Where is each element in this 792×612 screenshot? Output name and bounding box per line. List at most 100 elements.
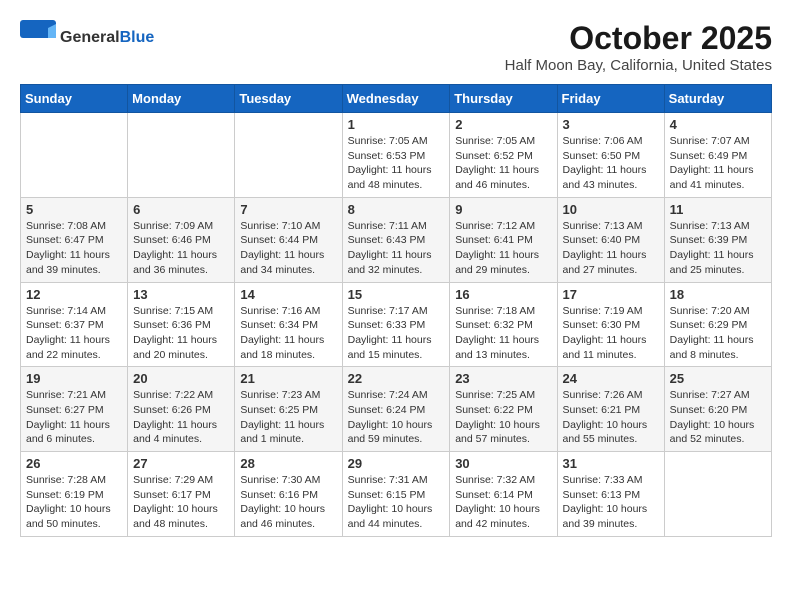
day-info: Sunrise: 7:21 AM Sunset: 6:27 PM Dayligh… <box>26 388 122 447</box>
day-number: 4 <box>670 117 766 132</box>
calendar-cell: 11 Sunrise: 7:13 AM Sunset: 6:39 PM Dayli… <box>664 197 771 282</box>
day-info: Sunrise: 7:09 AM Sunset: 6:46 PM Dayligh… <box>133 219 229 278</box>
calendar-cell: 16Sunrise: 7:18 AM Sunset: 6:32 PM Dayli… <box>450 282 557 367</box>
day-info: Sunrise: 7:05 AM Sunset: 6:53 PM Dayligh… <box>348 134 445 193</box>
calendar-cell <box>128 113 235 198</box>
day-info: Sunrise: 7:10 AM Sunset: 6:44 PM Dayligh… <box>240 219 336 278</box>
day-number: 8 <box>348 202 445 217</box>
day-info: Sunrise: 7:26 AM Sunset: 6:21 PM Dayligh… <box>563 388 659 447</box>
day-info: Sunrise: 7:33 AM Sunset: 6:13 PM Dayligh… <box>563 473 659 532</box>
calendar-cell: 28 Sunrise: 7:30 AM Sunset: 6:16 PM Dayli… <box>235 452 342 537</box>
calendar-week-row: 26 Sunrise: 7:28 AM Sunset: 6:19 PM Dayli… <box>21 452 772 537</box>
day-info: Sunrise: 7:07 AM Sunset: 6:49 PM Dayligh… <box>670 134 766 193</box>
calendar-cell <box>21 113 128 198</box>
calendar-table: SundayMondayTuesdayWednesdayThursdayFrid… <box>20 84 772 537</box>
day-number: 2 <box>455 117 551 132</box>
calendar-cell: 30 Sunrise: 7:32 AM Sunset: 6:14 PM Dayli… <box>450 452 557 537</box>
calendar-cell: 24 Sunrise: 7:26 AM Sunset: 6:21 PM Dayli… <box>557 367 664 452</box>
calendar-cell: 15 Sunrise: 7:17 AM Sunset: 6:33 PM Dayli… <box>342 282 450 367</box>
day-number: 9 <box>455 202 551 217</box>
day-number: 22 <box>348 371 445 386</box>
day-number: 26 <box>26 456 122 471</box>
calendar-cell: 5 Sunrise: 7:08 AM Sunset: 6:47 PM Daylig… <box>21 197 128 282</box>
day-number: 21 <box>240 371 336 386</box>
weekday-header: Friday <box>557 85 664 113</box>
day-number: 11 <box>670 202 766 217</box>
logo-icon <box>20 20 56 56</box>
month-title: October 2025 <box>505 20 772 57</box>
weekday-header: Tuesday <box>235 85 342 113</box>
day-info: Sunrise: 7:13 AM Sunset: 6:39 PM Dayligh… <box>670 219 766 278</box>
weekday-header: Wednesday <box>342 85 450 113</box>
day-number: 7 <box>240 202 336 217</box>
day-number: 25 <box>670 371 766 386</box>
weekday-header: Thursday <box>450 85 557 113</box>
day-info: Sunrise: 7:27 AM Sunset: 6:20 PM Dayligh… <box>670 388 766 447</box>
calendar-cell: 19Sunrise: 7:21 AM Sunset: 6:27 PM Dayli… <box>21 367 128 452</box>
day-number: 5 <box>26 202 122 217</box>
calendar-cell: 31 Sunrise: 7:33 AM Sunset: 6:13 PM Dayli… <box>557 452 664 537</box>
location-title: Half Moon Bay, California, United States <box>505 57 772 74</box>
calendar-cell: 10 Sunrise: 7:13 AM Sunset: 6:40 PM Dayli… <box>557 197 664 282</box>
calendar-week-row: 19Sunrise: 7:21 AM Sunset: 6:27 PM Dayli… <box>21 367 772 452</box>
day-info: Sunrise: 7:28 AM Sunset: 6:19 PM Dayligh… <box>26 473 122 532</box>
day-info: Sunrise: 7:06 AM Sunset: 6:50 PM Dayligh… <box>563 134 659 193</box>
calendar-cell: 20 Sunrise: 7:22 AM Sunset: 6:26 PM Dayli… <box>128 367 235 452</box>
day-number: 18 <box>670 287 766 302</box>
day-info: Sunrise: 7:24 AM Sunset: 6:24 PM Dayligh… <box>348 388 445 447</box>
page-header: GeneralBlue October 2025 Half Moon Bay, … <box>20 20 772 74</box>
day-info: Sunrise: 7:25 AM Sunset: 6:22 PM Dayligh… <box>455 388 551 447</box>
calendar-cell: 14Sunrise: 7:16 AM Sunset: 6:34 PM Dayli… <box>235 282 342 367</box>
calendar-cell: 22 Sunrise: 7:24 AM Sunset: 6:24 PM Dayli… <box>342 367 450 452</box>
calendar-week-row: 5 Sunrise: 7:08 AM Sunset: 6:47 PM Daylig… <box>21 197 772 282</box>
calendar-week-row: 12 Sunrise: 7:14 AM Sunset: 6:37 PM Dayli… <box>21 282 772 367</box>
day-info: Sunrise: 7:17 AM Sunset: 6:33 PM Dayligh… <box>348 304 445 363</box>
calendar-cell: 18 Sunrise: 7:20 AM Sunset: 6:29 PM Dayli… <box>664 282 771 367</box>
calendar-cell: 29 Sunrise: 7:31 AM Sunset: 6:15 PM Dayli… <box>342 452 450 537</box>
day-info: Sunrise: 7:30 AM Sunset: 6:16 PM Dayligh… <box>240 473 336 532</box>
calendar-week-row: 1Sunrise: 7:05 AM Sunset: 6:53 PM Daylig… <box>21 113 772 198</box>
calendar-cell: 17Sunrise: 7:19 AM Sunset: 6:30 PM Dayli… <box>557 282 664 367</box>
day-info: Sunrise: 7:14 AM Sunset: 6:37 PM Dayligh… <box>26 304 122 363</box>
day-info: Sunrise: 7:31 AM Sunset: 6:15 PM Dayligh… <box>348 473 445 532</box>
day-info: Sunrise: 7:29 AM Sunset: 6:17 PM Dayligh… <box>133 473 229 532</box>
day-info: Sunrise: 7:11 AM Sunset: 6:43 PM Dayligh… <box>348 219 445 278</box>
day-number: 24 <box>563 371 659 386</box>
calendar-cell <box>235 113 342 198</box>
calendar-cell: 27Sunrise: 7:29 AM Sunset: 6:17 PM Dayli… <box>128 452 235 537</box>
calendar-cell: 7 Sunrise: 7:10 AM Sunset: 6:44 PM Daylig… <box>235 197 342 282</box>
day-info: Sunrise: 7:05 AM Sunset: 6:52 PM Dayligh… <box>455 134 551 193</box>
day-number: 30 <box>455 456 551 471</box>
day-number: 28 <box>240 456 336 471</box>
day-info: Sunrise: 7:20 AM Sunset: 6:29 PM Dayligh… <box>670 304 766 363</box>
day-number: 13 <box>133 287 229 302</box>
calendar-cell: 4 Sunrise: 7:07 AM Sunset: 6:49 PM Daylig… <box>664 113 771 198</box>
day-number: 15 <box>348 287 445 302</box>
calendar-cell: 25 Sunrise: 7:27 AM Sunset: 6:20 PM Dayli… <box>664 367 771 452</box>
day-number: 29 <box>348 456 445 471</box>
day-info: Sunrise: 7:15 AM Sunset: 6:36 PM Dayligh… <box>133 304 229 363</box>
calendar-cell: 21Sunrise: 7:23 AM Sunset: 6:25 PM Dayli… <box>235 367 342 452</box>
calendar-cell: 3 Sunrise: 7:06 AM Sunset: 6:50 PM Daylig… <box>557 113 664 198</box>
day-number: 20 <box>133 371 229 386</box>
day-info: Sunrise: 7:19 AM Sunset: 6:30 PM Dayligh… <box>563 304 659 363</box>
day-number: 12 <box>26 287 122 302</box>
day-info: Sunrise: 7:16 AM Sunset: 6:34 PM Dayligh… <box>240 304 336 363</box>
logo: GeneralBlue <box>20 20 154 56</box>
day-info: Sunrise: 7:32 AM Sunset: 6:14 PM Dayligh… <box>455 473 551 532</box>
day-number: 23 <box>455 371 551 386</box>
day-info: Sunrise: 7:22 AM Sunset: 6:26 PM Dayligh… <box>133 388 229 447</box>
calendar-cell: 1Sunrise: 7:05 AM Sunset: 6:53 PM Daylig… <box>342 113 450 198</box>
calendar-cell: 8 Sunrise: 7:11 AM Sunset: 6:43 PM Daylig… <box>342 197 450 282</box>
day-number: 31 <box>563 456 659 471</box>
logo-blue: Blue <box>120 29 155 46</box>
day-number: 3 <box>563 117 659 132</box>
day-info: Sunrise: 7:12 AM Sunset: 6:41 PM Dayligh… <box>455 219 551 278</box>
calendar-cell: 9 Sunrise: 7:12 AM Sunset: 6:41 PM Daylig… <box>450 197 557 282</box>
day-info: Sunrise: 7:13 AM Sunset: 6:40 PM Dayligh… <box>563 219 659 278</box>
calendar-cell: 6 Sunrise: 7:09 AM Sunset: 6:46 PM Daylig… <box>128 197 235 282</box>
calendar-cell: 26 Sunrise: 7:28 AM Sunset: 6:19 PM Dayli… <box>21 452 128 537</box>
day-number: 6 <box>133 202 229 217</box>
day-number: 10 <box>563 202 659 217</box>
day-info: Sunrise: 7:08 AM Sunset: 6:47 PM Dayligh… <box>26 219 122 278</box>
